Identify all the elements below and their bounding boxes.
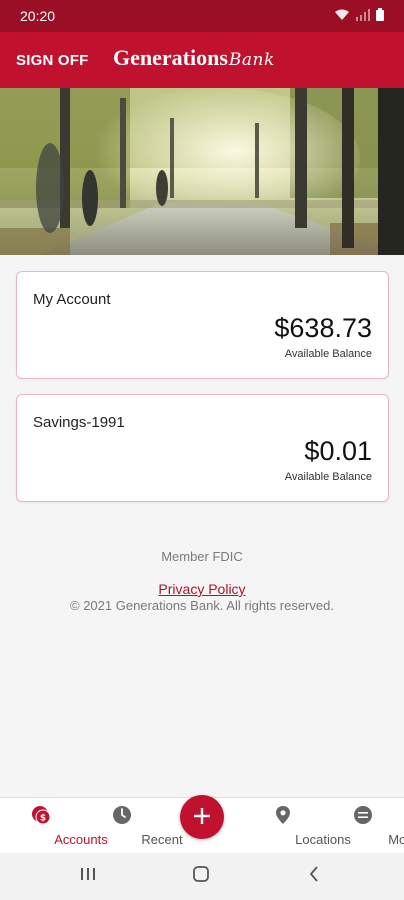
privacy-policy-link[interactable]: Privacy Policy	[0, 581, 404, 597]
location-pin-icon	[273, 805, 293, 825]
add-button[interactable]	[180, 795, 224, 839]
status-icons	[334, 8, 384, 24]
account-balance: $638.73	[274, 313, 372, 343]
home-icon	[192, 865, 210, 888]
nav-item-locations[interactable]: Locations	[243, 798, 351, 854]
plus-icon	[192, 802, 212, 832]
app-header: SIGN OFF Generations Bank	[0, 32, 404, 88]
back-button[interactable]	[284, 853, 344, 900]
brand-name: Generations	[113, 45, 228, 70]
nav-item-accounts[interactable]: $ Accounts	[1, 798, 108, 854]
wifi-icon	[334, 8, 350, 24]
nav-label: More	[388, 832, 404, 847]
home-button[interactable]	[171, 853, 231, 900]
status-bar: 20:20	[0, 0, 404, 32]
nav-item-more[interactable]: More	[323, 798, 404, 854]
account-name: My Account	[33, 291, 111, 308]
account-card-my-account[interactable]: My Account $638.73 Available Balance	[16, 271, 389, 379]
bank-logo: Generations Bank	[113, 45, 275, 71]
signal-icon	[356, 8, 370, 24]
account-name: Savings-1991	[33, 414, 125, 431]
nav-item-recent[interactable]: Recent	[82, 798, 183, 854]
hero-image	[0, 88, 404, 255]
accounts-icon: $	[31, 805, 51, 825]
member-fdic-text: Member FDIC	[161, 549, 243, 564]
system-nav-bar	[0, 853, 404, 900]
more-icon	[353, 805, 373, 825]
recent-apps-button[interactable]	[58, 853, 118, 900]
available-balance-label: Available Balance	[284, 348, 372, 360]
back-icon	[308, 866, 320, 887]
battery-icon	[376, 8, 384, 24]
brand-suffix: Bank	[228, 50, 275, 70]
clock-icon	[112, 805, 132, 825]
sign-off-button[interactable]: SIGN OFF	[16, 52, 88, 69]
account-card-savings[interactable]: Savings-1991 $0.01 Available Balance	[16, 394, 389, 502]
svg-text:$: $	[40, 814, 46, 824]
status-time: 20:20	[20, 8, 56, 24]
available-balance-label: Available Balance	[284, 471, 372, 483]
copyright-text: © 2021 Generations Bank. All rights rese…	[70, 598, 334, 613]
account-balance: $0.01	[304, 436, 372, 466]
recent-apps-icon	[80, 867, 96, 886]
